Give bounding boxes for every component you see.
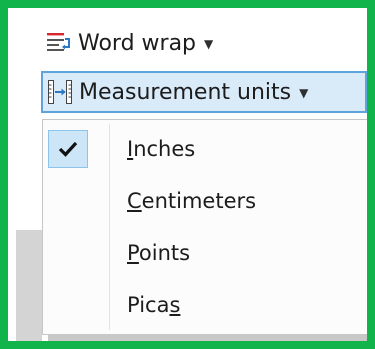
menu-item-label: Points — [127, 241, 191, 265]
measurement-units-icon — [48, 80, 72, 104]
menu-item-centimeters[interactable]: Centimeters — [43, 176, 367, 226]
chevron-down-icon: ▼ — [299, 86, 309, 100]
word-wrap-label: Word wrap — [78, 30, 197, 56]
checked-indicator — [48, 130, 88, 168]
measurement-units-menu: Inches Centimeters Points Picas — [42, 119, 367, 335]
menu-item-label: Picas — [127, 293, 181, 317]
background-panel — [16, 230, 42, 341]
menu-item-picas[interactable]: Picas — [43, 280, 367, 330]
background-panel-right — [368, 226, 375, 296]
measurement-units-label: Measurement units — [79, 79, 292, 105]
menu-item-label: Inches — [127, 137, 196, 161]
menu-item-label: Centimeters — [127, 189, 257, 213]
word-wrap-button[interactable]: Word wrap ▼ — [42, 22, 213, 64]
screenshot-frame: Word wrap ▼ Measurement units ▼ Inches C… — [0, 0, 375, 349]
menu-item-points[interactable]: Points — [43, 228, 367, 278]
chevron-down-icon: ▼ — [204, 37, 214, 51]
menu-item-inches[interactable]: Inches — [43, 124, 367, 174]
measurement-units-button[interactable]: Measurement units ▼ — [41, 71, 367, 113]
word-wrap-icon — [47, 33, 70, 51]
checkmark-icon — [58, 141, 78, 157]
